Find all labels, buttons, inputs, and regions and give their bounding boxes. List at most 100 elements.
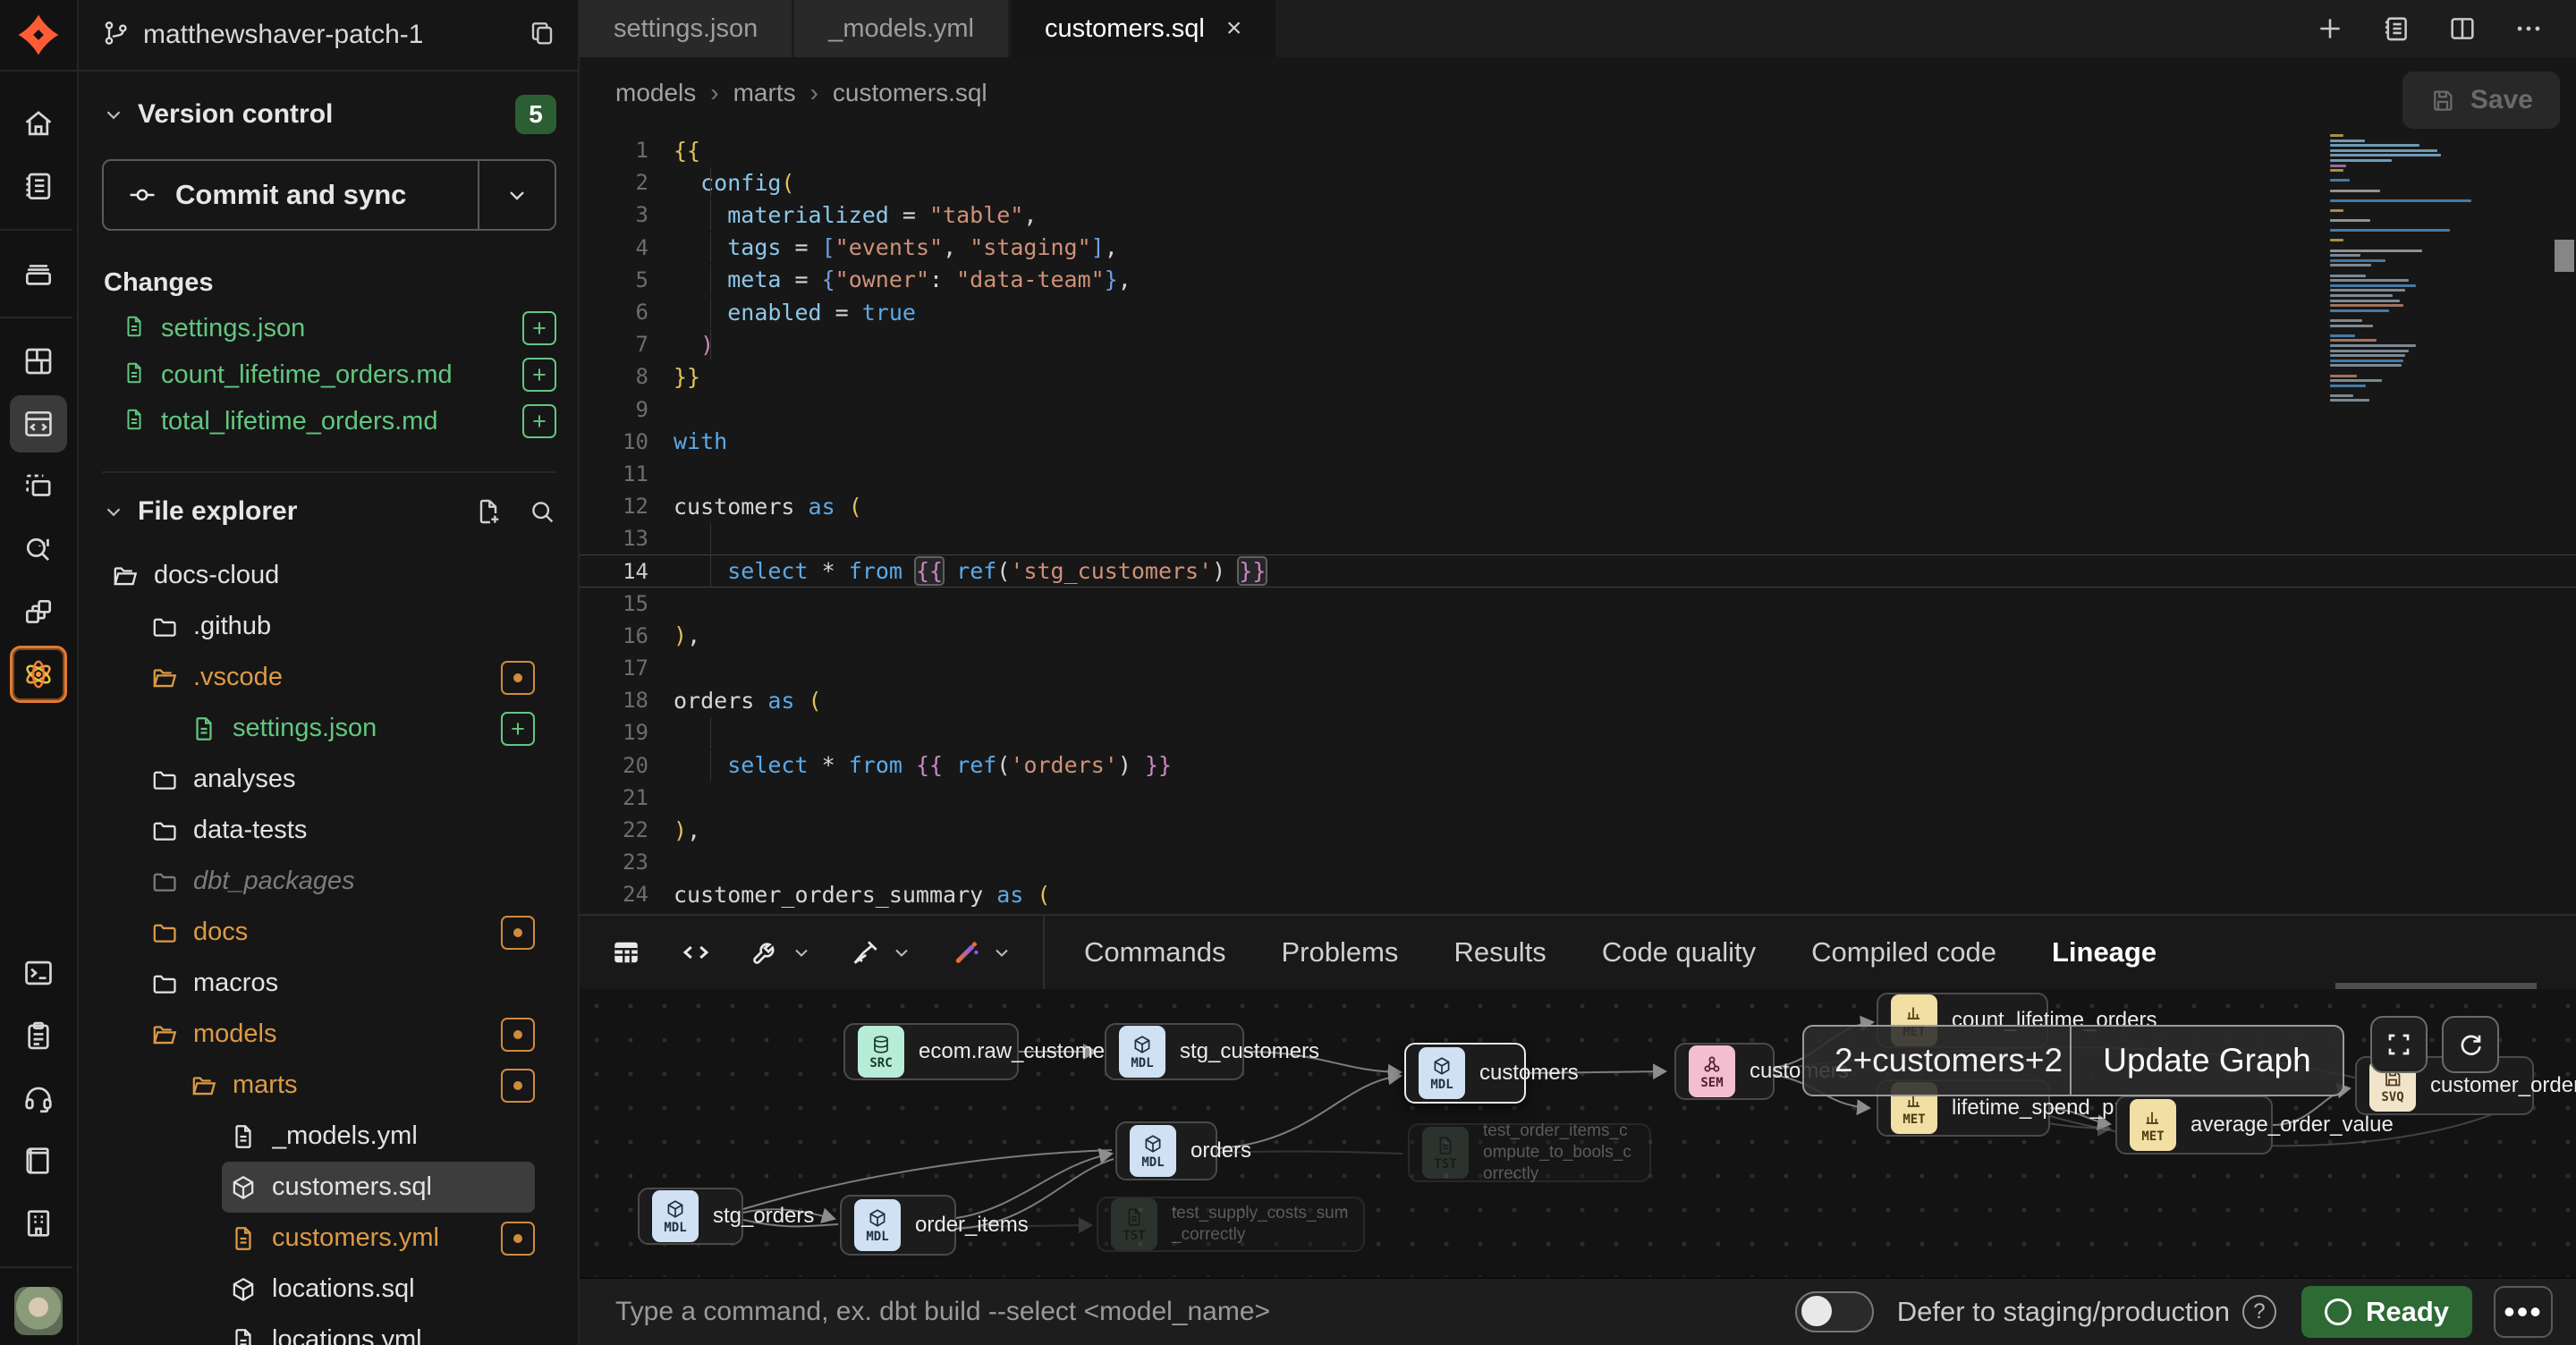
- avatar[interactable]: [14, 1287, 63, 1335]
- changes-count-badge: 5: [515, 95, 556, 134]
- command-input[interactable]: [615, 1297, 1795, 1327]
- changed-file-row[interactable]: total_lifetime_orders.md+: [102, 398, 556, 444]
- changed-file-row[interactable]: settings.json+: [102, 305, 556, 351]
- lineage-node-ecom.raw_customers[interactable]: SRCecom.raw_customers: [843, 1023, 1019, 1080]
- defer-toggle[interactable]: [1795, 1291, 1874, 1332]
- model-icon: [229, 1173, 258, 1202]
- new-tab-icon[interactable]: [2315, 13, 2345, 44]
- chevron-down-icon[interactable]: [102, 500, 125, 523]
- panel-tab-problems[interactable]: Problems: [1282, 936, 1399, 969]
- tree-item-models[interactable]: models: [102, 1009, 556, 1060]
- tree-item-locations.yml[interactable]: locations.yml: [102, 1315, 556, 1345]
- editor-scrollbar[interactable]: [2555, 240, 2574, 272]
- lineage-node-average_order_value[interactable]: METaverage_order_value: [2115, 1095, 2273, 1155]
- more-menu-button[interactable]: •••: [2494, 1286, 2553, 1338]
- tree-item-customers.yml[interactable]: customers.yml: [102, 1213, 556, 1264]
- rail-item-building[interactable]: [10, 1195, 67, 1252]
- stage-add-badge[interactable]: +: [522, 358, 556, 392]
- rail-item-home[interactable]: [10, 95, 67, 152]
- lineage-node-stg_orders[interactable]: MDLstg_orders: [638, 1188, 743, 1245]
- minimap[interactable]: [2330, 134, 2496, 404]
- copy-branch-icon[interactable]: [528, 19, 556, 52]
- rail-item-clipboard[interactable]: [10, 1007, 67, 1064]
- commit-icon: [127, 180, 157, 210]
- tree-item-.vscode[interactable]: .vscode: [102, 652, 556, 703]
- rail-item-book[interactable]: [10, 1132, 67, 1189]
- help-icon[interactable]: ?: [2242, 1295, 2276, 1329]
- panel-tab-commands[interactable]: Commands: [1084, 936, 1226, 969]
- ai-assist-dropdown[interactable]: [950, 936, 1013, 969]
- tree-item-_models.yml[interactable]: _models.yml: [102, 1111, 556, 1162]
- rail-item-notebook[interactable]: [10, 157, 67, 215]
- lineage-node-order_items[interactable]: MDLorder_items: [840, 1195, 956, 1256]
- build-tools-dropdown[interactable]: [750, 936, 812, 969]
- fullscreen-button[interactable]: [2370, 1016, 2428, 1073]
- tree-item-analyses[interactable]: analyses: [102, 754, 556, 805]
- split-editor-icon[interactable]: [2447, 13, 2478, 44]
- dbt-logo[interactable]: [0, 0, 77, 72]
- stage-add-badge[interactable]: +: [522, 404, 556, 438]
- close-tab-icon[interactable]: ×: [1226, 13, 1242, 44]
- changed-file-row[interactable]: count_lifetime_orders.md+: [102, 351, 556, 398]
- lineage-node-test_supply_costs_sum_correctly[interactable]: TSTtest_supply_costs_sum_correctly: [1097, 1197, 1365, 1252]
- rail-item-avatar[interactable]: [10, 1282, 67, 1340]
- status-badge[interactable]: Ready: [2301, 1286, 2472, 1338]
- tab-customers.sql[interactable]: customers.sql×: [1011, 0, 1275, 57]
- update-graph-button[interactable]: Update Graph: [2070, 1027, 2343, 1095]
- lineage-node-customers[interactable]: SEMcustomers: [1674, 1043, 1775, 1100]
- editor-code[interactable]: 1{{2 config(3 materialized = "table",4 t…: [580, 134, 2576, 911]
- tab-settings.json[interactable]: settings.json: [580, 0, 792, 57]
- refresh-button[interactable]: [2442, 1016, 2499, 1073]
- tree-item-.github[interactable]: .github: [102, 601, 556, 652]
- rail-item-compare[interactable]: [10, 583, 67, 640]
- tree-item-docs[interactable]: docs: [102, 907, 556, 958]
- tab-_models.yml[interactable]: _models.yml: [794, 0, 1008, 57]
- tabbar-scroll-indicator[interactable]: [2335, 983, 2537, 989]
- format-dropdown[interactable]: [850, 936, 912, 969]
- lineage-node-test_order_items_compute_to_bools_correctly[interactable]: TSTtest_order_items_compute_to_bools_cor…: [1408, 1123, 1651, 1182]
- editor-tabstrip: settings.json_models.ymlcustomers.sql×: [580, 0, 2576, 57]
- branch-name[interactable]: matthewshaver-patch-1: [143, 20, 528, 50]
- editor-column: settings.json_models.ymlcustomers.sql× m…: [580, 0, 2576, 1345]
- rail-item-atom[interactable]: [10, 646, 67, 703]
- tree-item-macros[interactable]: macros: [102, 958, 556, 1009]
- tree-item-settings.json[interactable]: settings.json+: [102, 703, 556, 754]
- commit-and-sync-button[interactable]: Commit and sync: [102, 159, 556, 231]
- rail-item-search-insights[interactable]: [10, 520, 67, 578]
- stage-add-badge[interactable]: +: [522, 311, 556, 345]
- code-icon[interactable]: [680, 936, 712, 969]
- lineage-node-customers[interactable]: MDLcustomers: [1404, 1043, 1526, 1104]
- rail-item-terminal[interactable]: [10, 944, 67, 1002]
- breadcrumb-part[interactable]: customers.sql: [833, 79, 987, 107]
- rail-item-grid[interactable]: [10, 333, 67, 390]
- results-table-icon[interactable]: [610, 936, 642, 969]
- tree-item-customers.sql[interactable]: customers.sql: [102, 1162, 556, 1213]
- new-file-icon[interactable]: [474, 497, 503, 526]
- tree-item-marts[interactable]: marts: [102, 1060, 556, 1111]
- tree-item-docs-cloud[interactable]: docs-cloud: [102, 550, 556, 601]
- notebook-icon[interactable]: [2381, 13, 2411, 44]
- rail-item-code-window[interactable]: [10, 395, 67, 453]
- save-button[interactable]: Save: [2402, 72, 2560, 129]
- file-icon: [102, 360, 161, 390]
- more-options-icon[interactable]: [2513, 13, 2544, 44]
- tree-item-locations.sql[interactable]: locations.sql: [102, 1264, 556, 1315]
- breadcrumb-part[interactable]: models: [615, 79, 696, 107]
- rail-item-headphones[interactable]: [10, 1070, 67, 1127]
- rail-item-frame-select[interactable]: [10, 458, 67, 515]
- panel-tab-lineage[interactable]: Lineage: [2052, 936, 2157, 969]
- panel-tab-results[interactable]: Results: [1453, 936, 1546, 969]
- rail-item-archive[interactable]: [10, 245, 67, 302]
- panel-tab-code-quality[interactable]: Code quality: [1602, 936, 1756, 969]
- tree-item-data-tests[interactable]: data-tests: [102, 805, 556, 856]
- commit-options-dropdown[interactable]: [478, 161, 555, 229]
- tree-item-dbt_packages[interactable]: dbt_packages: [102, 856, 556, 907]
- added-badge: +: [501, 712, 535, 746]
- breadcrumb-part[interactable]: marts: [733, 79, 796, 107]
- search-icon[interactable]: [528, 497, 556, 526]
- lineage-selector-input[interactable]: 2+customers+2: [1804, 1027, 2070, 1095]
- lineage-node-orders[interactable]: MDLorders: [1115, 1121, 1217, 1180]
- panel-tab-compiled-code[interactable]: Compiled code: [1811, 936, 1996, 969]
- chevron-down-icon[interactable]: [102, 103, 125, 126]
- lineage-node-stg_customers[interactable]: MDLstg_customers: [1105, 1023, 1244, 1080]
